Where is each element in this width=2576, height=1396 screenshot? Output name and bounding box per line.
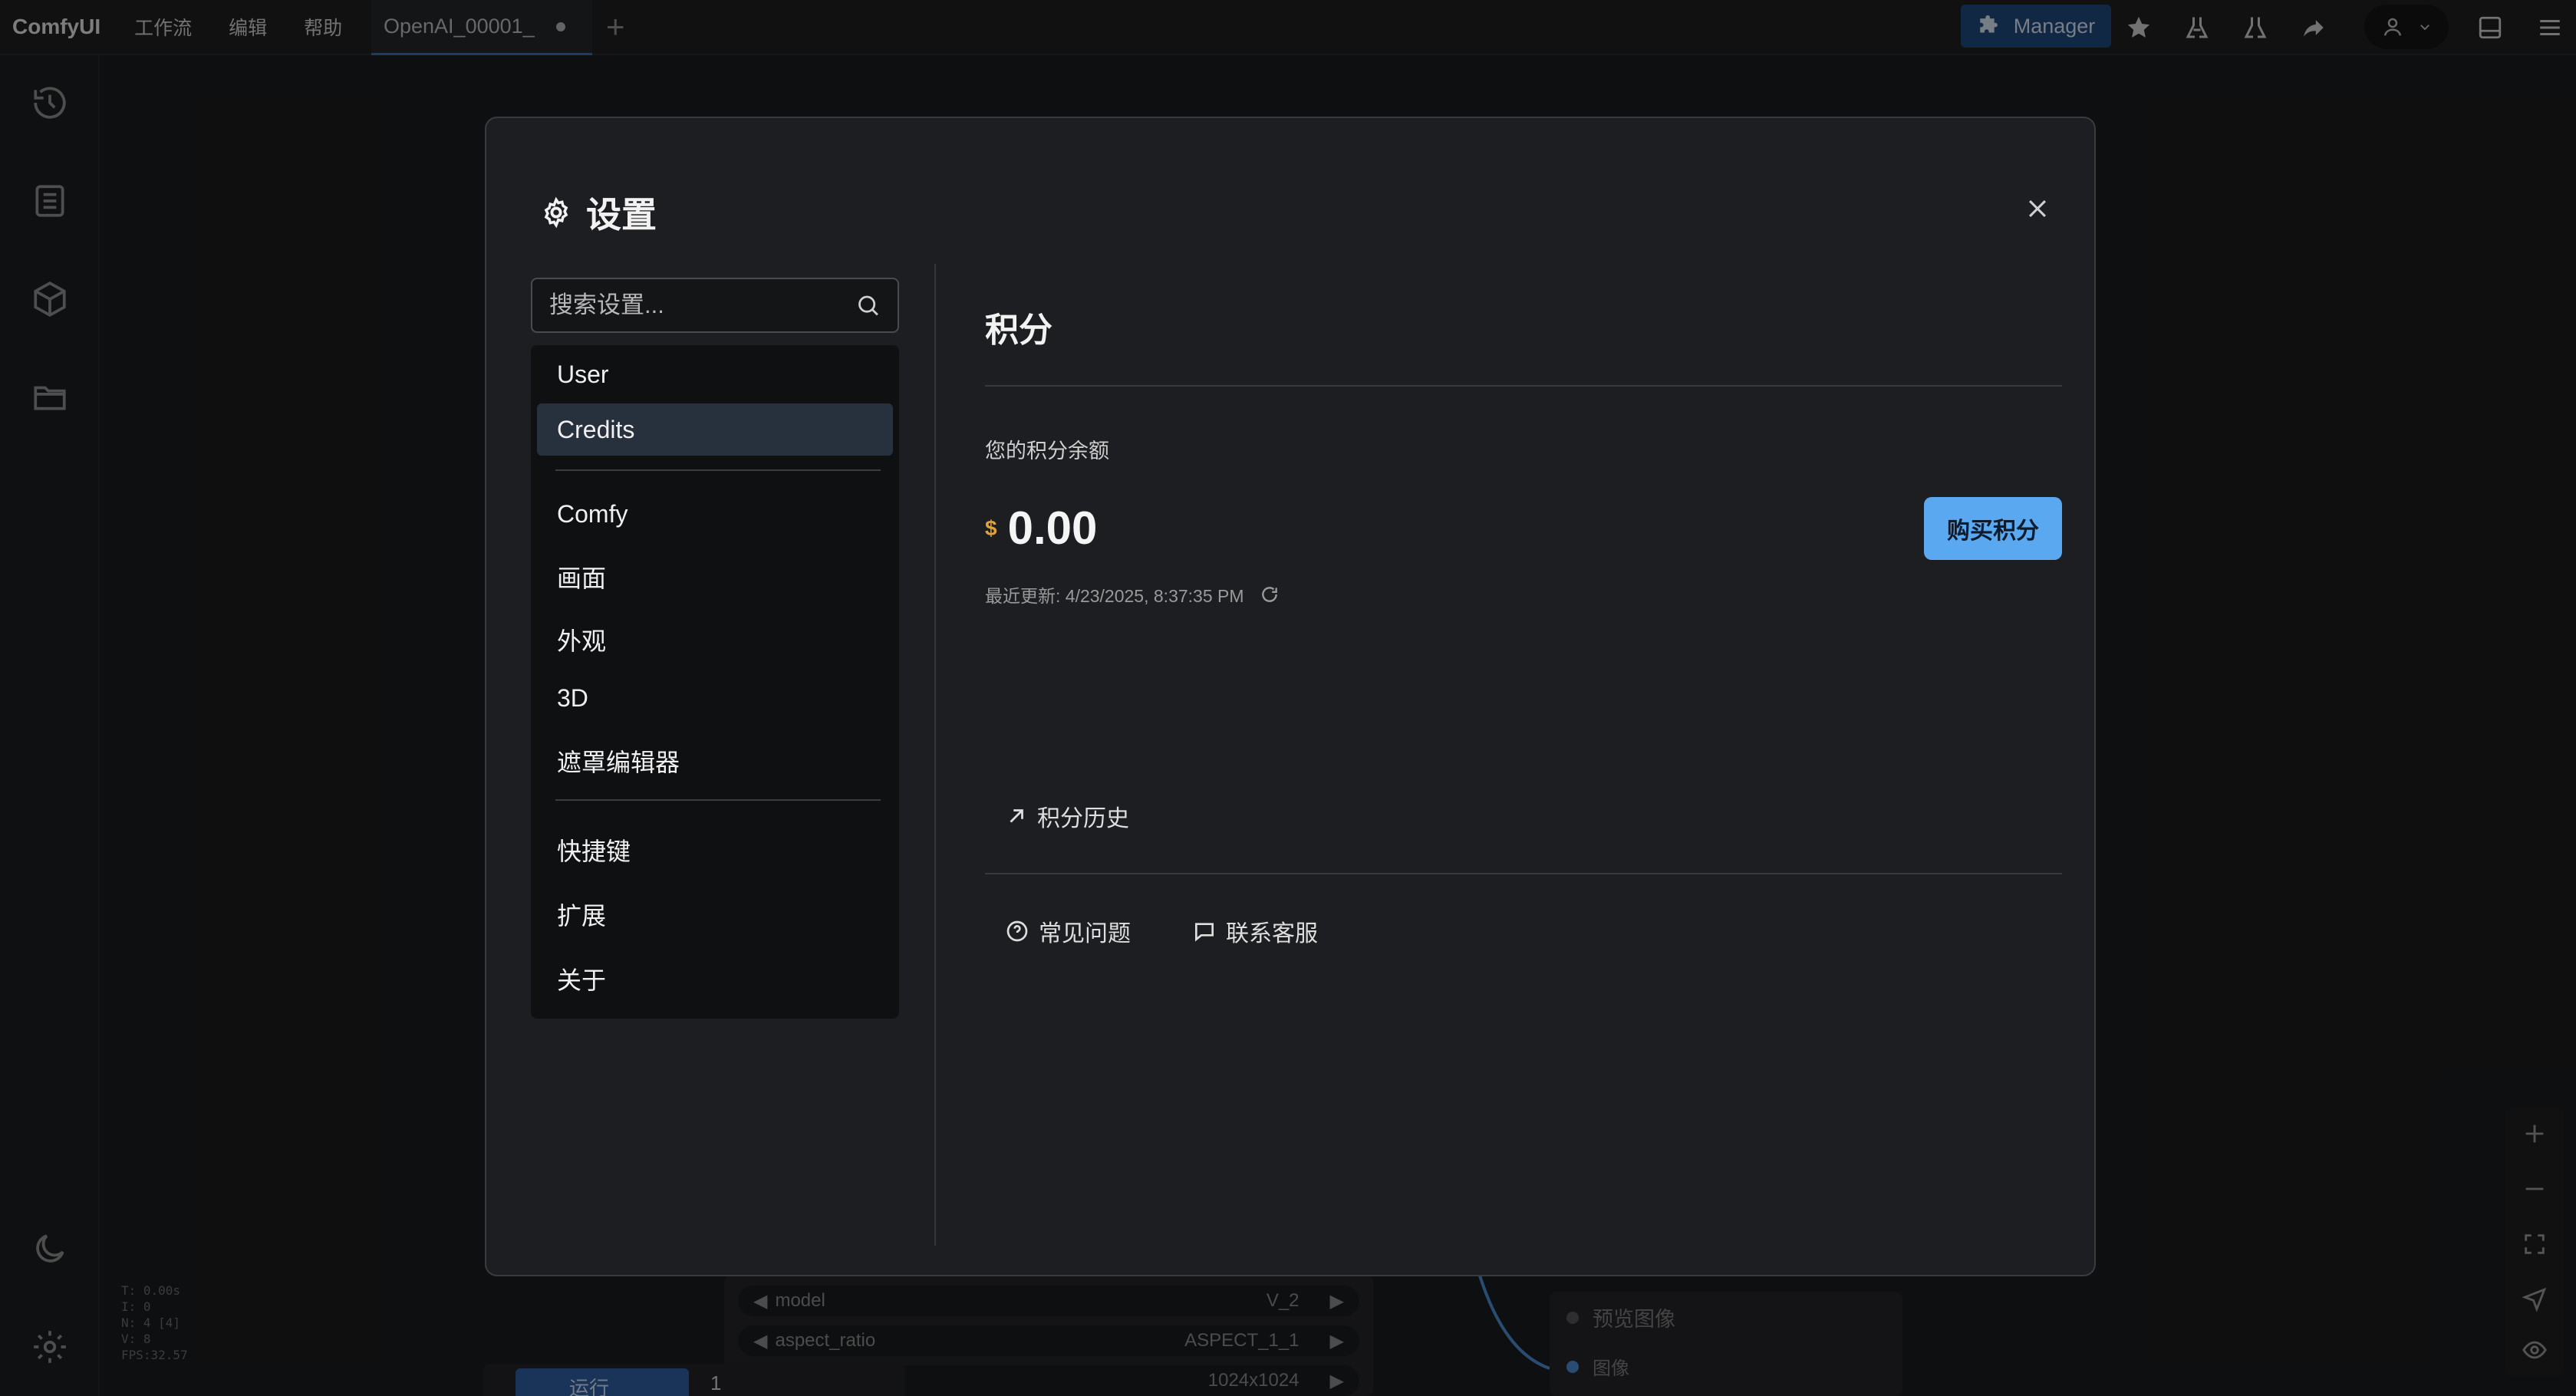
nav-item-credits[interactable]: Credits xyxy=(537,403,893,456)
settings-dialog: 设置 User Credits Comfy 画面 外观 3D 遮罩编辑器 快捷键… xyxy=(485,117,2096,1276)
contact-support-button[interactable]: 联系客服 xyxy=(1192,914,1318,948)
refresh-icon[interactable] xyxy=(1260,584,1280,604)
balance-amount: 0.00 xyxy=(1007,502,1098,554)
credit-history-label: 积分历史 xyxy=(1037,806,1129,831)
nav-item-canvas[interactable]: 画面 xyxy=(537,551,893,603)
last-updated: 最近更新: 4/23/2025, 8:37:35 PM xyxy=(985,581,1280,607)
last-updated-text: 最近更新: 4/23/2025, 8:37:35 PM xyxy=(985,586,1244,606)
contact-support-label: 联系客服 xyxy=(1226,921,1318,947)
nav-item-mask-editor[interactable]: 遮罩编辑器 xyxy=(537,735,893,787)
nav-item-comfy[interactable]: Comfy xyxy=(537,488,893,540)
nav-divider xyxy=(555,799,881,801)
close-icon xyxy=(2028,199,2047,218)
faq-label: 常见问题 xyxy=(1039,921,1131,947)
section-divider xyxy=(985,873,2062,874)
dialog-header: 设置 xyxy=(540,187,657,238)
nav-item-3d[interactable]: 3D xyxy=(537,672,893,724)
buy-credits-button[interactable]: 购买积分 xyxy=(1924,497,2062,560)
currency-symbol: $ xyxy=(985,515,997,540)
balance-row: $ 0.00 xyxy=(985,502,1097,555)
arrow-up-right-icon xyxy=(1010,809,1023,823)
nav-item-appearance[interactable]: 外观 xyxy=(537,614,893,666)
dialog-title: 设置 xyxy=(586,195,657,235)
faq-button[interactable]: 常见问题 xyxy=(1005,914,1131,948)
close-button[interactable] xyxy=(2018,189,2057,229)
nav-item-keybindings[interactable]: 快捷键 xyxy=(537,824,893,876)
settings-search[interactable] xyxy=(531,278,899,333)
section-title: 积分 xyxy=(985,311,1052,349)
panel-divider xyxy=(934,264,936,1246)
section-divider xyxy=(985,385,2062,387)
balance-label: 您的积分余额 xyxy=(985,440,1109,463)
gear-icon xyxy=(544,196,568,229)
search-input[interactable] xyxy=(549,291,855,319)
nav-item-extensions[interactable]: 扩展 xyxy=(537,888,893,940)
settings-nav: User Credits Comfy 画面 外观 3D 遮罩编辑器 快捷键 扩展… xyxy=(531,345,899,1019)
nav-item-about[interactable]: 关于 xyxy=(537,953,893,1005)
nav-item-user[interactable]: User xyxy=(537,348,893,400)
nav-divider xyxy=(555,469,881,471)
chat-icon xyxy=(1195,923,1214,942)
search-icon xyxy=(858,295,878,316)
credit-history-button[interactable]: 积分历史 xyxy=(1005,799,1129,833)
question-circle-icon xyxy=(1006,920,1028,942)
